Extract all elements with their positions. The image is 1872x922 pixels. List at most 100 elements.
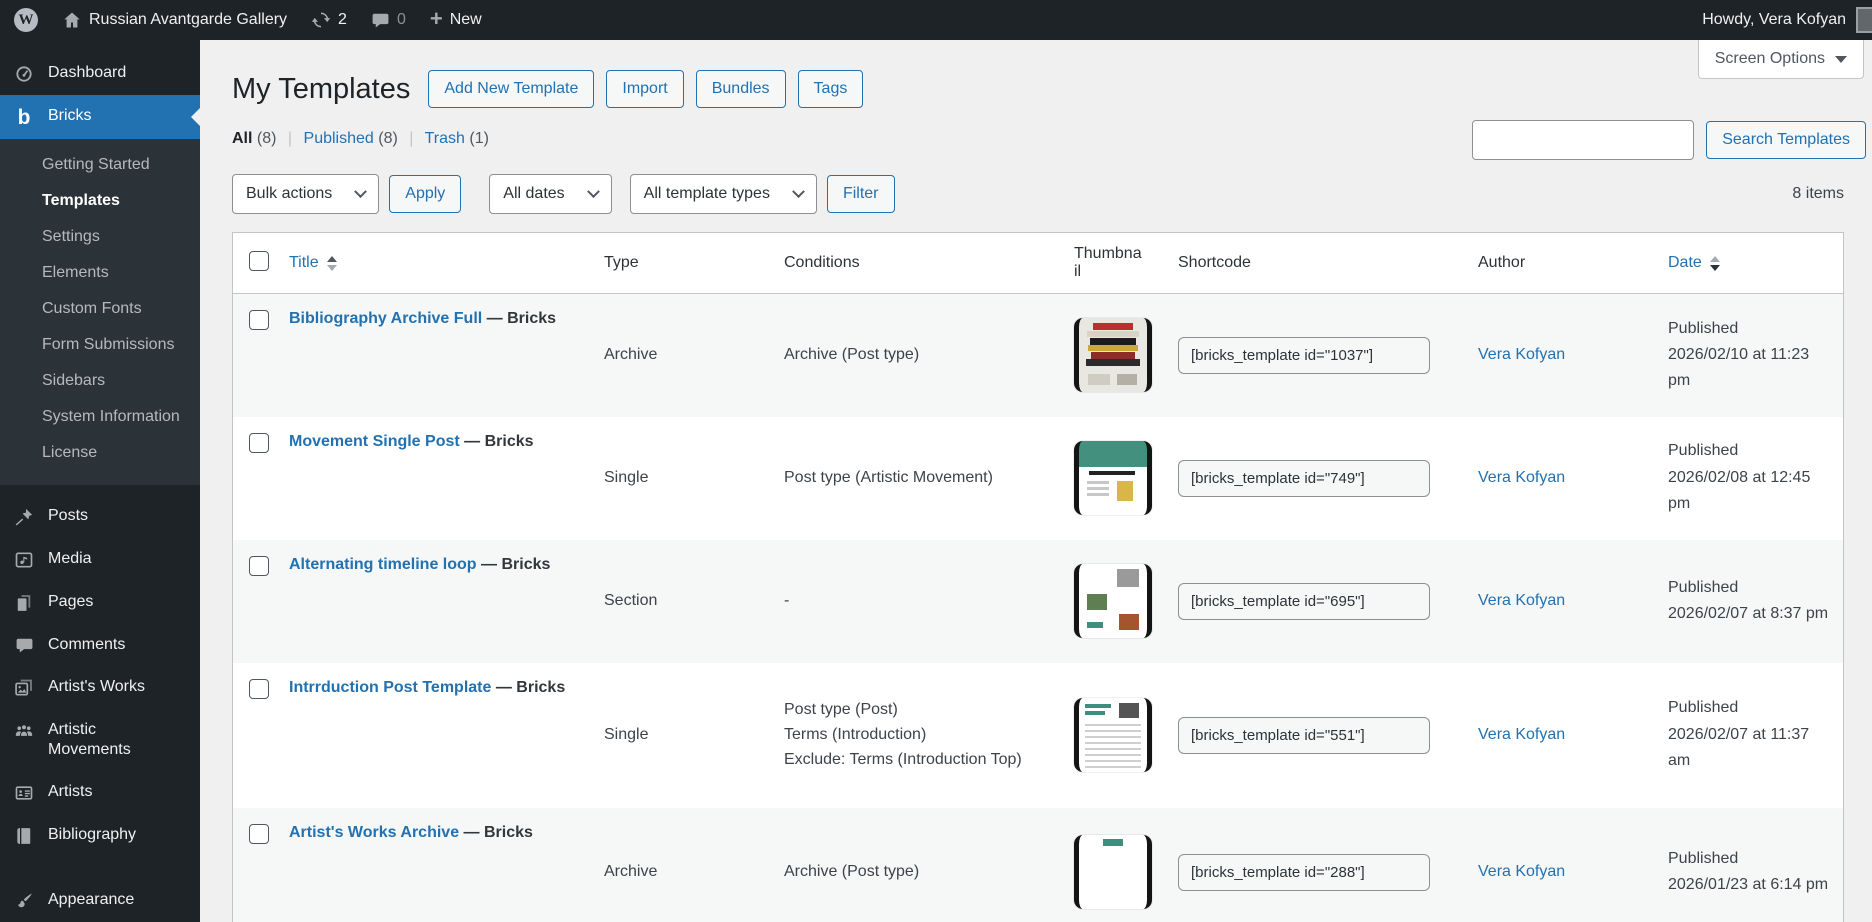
sidebar-label: Comments <box>48 636 126 653</box>
site-name-link[interactable]: Russian Avantgarde Gallery <box>50 0 299 40</box>
filter-button[interactable]: Filter <box>826 175 895 213</box>
bundles-button[interactable]: Bundles <box>695 70 786 108</box>
book-icon <box>13 826 35 846</box>
template-title-link[interactable]: Intrrduction Post Template <box>289 679 491 696</box>
chevron-down-icon <box>354 184 368 198</box>
sidebar-label: Artist's Works <box>48 678 145 695</box>
date-text: 2026/01/23 at 6:14 pm <box>1668 876 1829 894</box>
search-input[interactable] <box>1472 120 1695 160</box>
tags-button[interactable]: Tags <box>797 70 864 108</box>
dashboard-icon <box>13 64 35 84</box>
template-thumbnail[interactable] <box>1074 564 1152 638</box>
sidebar-item-bricks[interactable]: b Bricks <box>0 95 200 139</box>
author-link[interactable]: Vera Kofyan <box>1478 863 1565 880</box>
sidebar-item-artists-works[interactable]: Artist's Works <box>0 666 200 709</box>
sidebar-label: Bibliography <box>48 826 137 843</box>
column-date: Date <box>1668 254 1702 271</box>
sidebar-item-media[interactable]: Media <box>0 538 200 581</box>
screen-options-label: Screen Options <box>1714 50 1825 67</box>
sidebar-item-bibliography[interactable]: Bibliography <box>0 814 200 857</box>
title-suffix: — Bricks <box>481 555 551 573</box>
template-thumbnail[interactable] <box>1074 318 1152 393</box>
sidebar-item-appearance[interactable]: Appearance <box>0 879 200 922</box>
template-title-link[interactable]: Artist's Works Archive <box>289 824 459 841</box>
sidebar-item-artists[interactable]: Artists <box>0 771 200 814</box>
author-link[interactable]: Vera Kofyan <box>1478 469 1565 486</box>
apply-button[interactable]: Apply <box>389 175 462 213</box>
separator: | <box>409 130 414 147</box>
submenu-templates[interactable]: Templates <box>0 183 200 219</box>
bricks-icon: b <box>17 106 31 129</box>
updates-link[interactable]: 2 <box>299 0 359 40</box>
submenu-license[interactable]: License <box>0 435 200 471</box>
submenu-getting-started[interactable]: Getting Started <box>0 147 200 183</box>
bulk-actions-select[interactable]: Bulk actions <box>232 174 380 214</box>
title-suffix: — Bricks <box>486 310 557 327</box>
import-button[interactable]: Import <box>606 70 684 108</box>
column-conditions: Conditions <box>774 232 1064 294</box>
avatar[interactable] <box>1856 7 1872 33</box>
sidebar-label: Artistic Movements <box>48 721 131 758</box>
sidebar-label: Dashboard <box>48 64 127 81</box>
chevron-down-icon <box>792 184 805 198</box>
author-link[interactable]: Vera Kofyan <box>1478 346 1565 363</box>
comments-link[interactable]: 0 <box>359 0 418 40</box>
dates-filter-select[interactable]: All dates <box>489 174 612 214</box>
view-trash-link[interactable]: Trash <box>425 130 465 147</box>
template-conditions: Post type (Post) Terms (Introduction) Excl… <box>784 701 1022 768</box>
howdy-account-link[interactable]: Howdy, Vera Kofyan <box>1702 11 1846 29</box>
date-text: 2026/02/10 at 11:23 pm <box>1668 346 1810 390</box>
screen-options-button[interactable]: Screen Options <box>1697 40 1864 79</box>
sidebar-item-pages[interactable]: Pages <box>0 581 200 624</box>
new-content-link[interactable]: + New <box>418 0 494 40</box>
shortcode-field[interactable] <box>1178 459 1430 497</box>
sidebar-item-posts[interactable]: Posts <box>0 495 200 538</box>
sidebar-item-artistic-movements[interactable]: Artistic Movements <box>0 709 200 771</box>
template-thumbnail[interactable] <box>1074 835 1152 910</box>
template-title-link[interactable]: Bibliography Archive Full <box>289 310 482 327</box>
update-icon <box>311 10 331 30</box>
sidebar-item-dashboard[interactable]: Dashboard <box>0 52 200 95</box>
template-thumbnail[interactable] <box>1074 441 1152 515</box>
submenu-settings[interactable]: Settings <box>0 219 200 255</box>
author-link[interactable]: Vera Kofyan <box>1478 592 1565 609</box>
row-checkbox[interactable] <box>249 310 269 330</box>
row-checkbox[interactable] <box>249 678 269 699</box>
template-type-select[interactable]: All template types <box>629 174 817 214</box>
template-title-link[interactable]: Movement Single Post <box>289 433 460 450</box>
sidebar-label: Media <box>48 550 92 567</box>
search-templates-button[interactable]: Search Templates <box>1706 121 1866 159</box>
view-all-count: (8) <box>256 130 277 147</box>
submenu-sidebars[interactable]: Sidebars <box>0 363 200 399</box>
sort-by-title[interactable]: Title <box>289 254 337 272</box>
shortcode-field[interactable] <box>1178 336 1430 374</box>
submenu-form-submissions[interactable]: Form Submissions <box>0 327 200 363</box>
wordpress-logo-menu[interactable]: W <box>0 0 50 40</box>
template-thumbnail[interactable] <box>1074 698 1152 772</box>
date-cell: Published 2026/02/07 at 8:37 pm <box>1658 540 1844 663</box>
view-all-link[interactable]: All <box>232 130 252 147</box>
submenu-elements[interactable]: Elements <box>0 255 200 291</box>
row-checkbox[interactable] <box>249 823 269 844</box>
add-new-template-button[interactable]: Add New Template <box>428 70 595 108</box>
comment-bubble-icon <box>371 11 390 30</box>
view-published-link[interactable]: Published <box>304 130 374 147</box>
template-title-link[interactable]: Alternating timeline loop <box>289 556 477 573</box>
sidebar-item-comments[interactable]: Comments <box>0 624 200 666</box>
shortcode-field[interactable] <box>1178 853 1430 891</box>
row-checkbox[interactable] <box>249 555 269 576</box>
author-link[interactable]: Vera Kofyan <box>1478 726 1565 743</box>
chevron-down-icon <box>1835 55 1847 63</box>
sidebar-label: Pages <box>48 593 94 610</box>
media-icon <box>13 550 35 570</box>
shortcode-field[interactable] <box>1178 582 1430 620</box>
sidebar-label: Appearance <box>48 891 135 908</box>
row-checkbox[interactable] <box>249 432 269 453</box>
sidebar-label: Artists <box>48 783 93 800</box>
shortcode-field[interactable] <box>1178 716 1430 754</box>
sort-by-date[interactable]: Date <box>1668 254 1720 272</box>
select-all-checkbox[interactable] <box>249 250 269 271</box>
submenu-custom-fonts[interactable]: Custom Fonts <box>0 291 200 327</box>
submenu-system-information[interactable]: System Information <box>0 399 200 435</box>
pin-icon <box>13 507 35 527</box>
